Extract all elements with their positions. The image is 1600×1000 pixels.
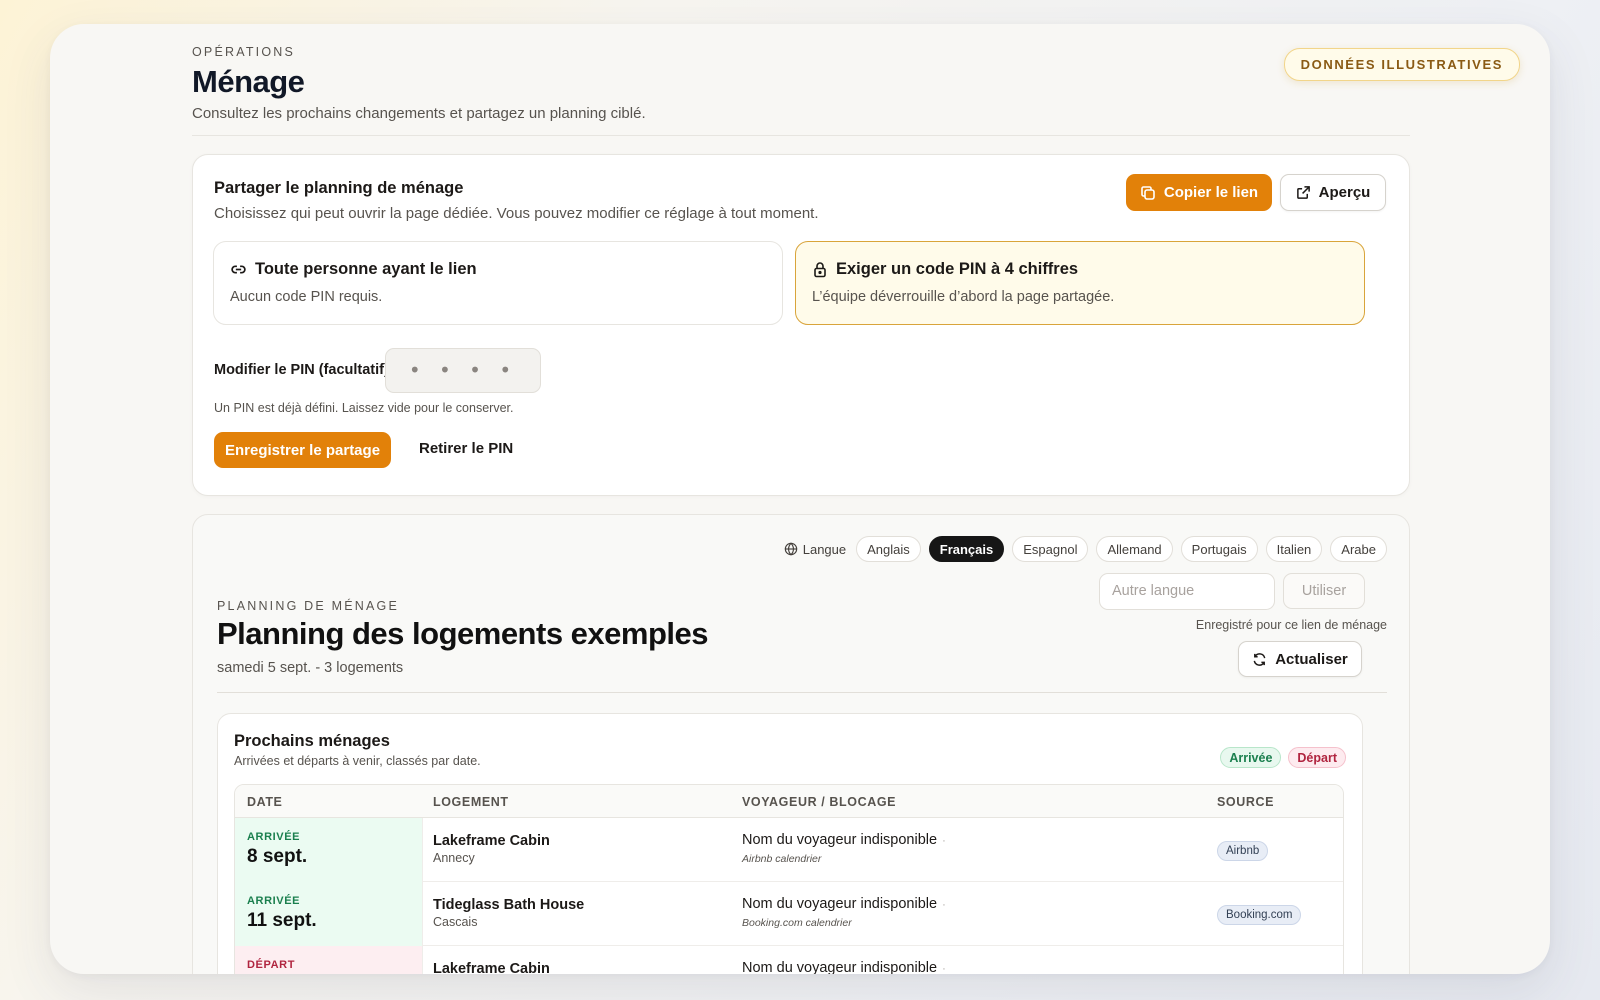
legend-arrival: Arrivée — [1220, 747, 1282, 768]
cleanings-table: DATE LOGEMENT VOYAGEUR / BLOCAGE SOURCE … — [234, 784, 1344, 974]
page-title: Ménage — [192, 64, 305, 99]
language-label: Langue — [802, 541, 847, 557]
option-require-pin[interactable]: Exiger un code PIN à 4 chiffres L’équipe… — [795, 241, 1365, 325]
external-link-icon — [1296, 185, 1311, 200]
legend: Arrivée Départ — [1220, 747, 1346, 768]
separator-dot: · — [942, 899, 946, 911]
property-name: Lakeframe Cabin — [433, 961, 550, 974]
share-subtitle: Choisissez qui peut ouvrir la page dédié… — [214, 205, 819, 222]
lang-chip-anglais[interactable]: Anglais — [856, 536, 921, 562]
property-city: Annecy — [433, 851, 475, 865]
source-badge: Airbnb — [1217, 841, 1269, 861]
guest-name: Nom du voyageur indisponible — [742, 960, 938, 974]
event-type: DÉPART — [247, 959, 296, 971]
upcoming-title: Prochains ménages — [234, 732, 390, 750]
lang-chip-allemand[interactable]: Allemand — [1096, 536, 1173, 562]
other-language-input[interactable]: Autre langue — [1099, 573, 1275, 610]
saved-note: Enregistré pour ce lien de ménage — [1195, 618, 1387, 632]
event-date: 8 sept. — [247, 846, 308, 867]
pin-label: Modifier le PIN (facultatif) — [214, 362, 389, 378]
lang-chip-italien[interactable]: Italien — [1265, 536, 1323, 562]
planning-eyebrow: PLANNING DE MÉNAGE — [217, 599, 399, 613]
event-date: 11 sept. — [247, 910, 317, 931]
option-desc: L’équipe déverrouille d’abord la page pa… — [812, 289, 1115, 305]
property-city: Cascais — [433, 915, 478, 929]
option-anyone-with-link[interactable]: Toute personne ayant le lien Aucun code … — [213, 241, 783, 325]
upcoming-subtitle: Arrivées et départs à venir, classés par… — [234, 754, 481, 768]
guest-cell: Nom du voyageur indisponible · Booking.co… — [742, 896, 946, 929]
link-icon — [230, 261, 247, 278]
date-cell: ARRIVÉE 11 sept. — [235, 882, 423, 946]
guest-name: Nom du voyageur indisponible — [742, 832, 938, 848]
event-type: ARRIVÉE — [247, 895, 301, 907]
copy-icon — [1140, 185, 1156, 201]
property-cell: Lakeframe Cabin Annecy — [433, 833, 550, 865]
table-row[interactable]: ARRIVÉE 11 sept. Tideglass Bath House Ca… — [235, 882, 1343, 946]
col-property: LOGEMENT — [433, 795, 509, 809]
table-row[interactable]: DÉPART Lakeframe Cabin Nom du voyageur i… — [235, 946, 1343, 974]
planning-title: Planning des logements exemples — [217, 616, 709, 651]
planning-card: Langue Anglais Français Espagnol Alleman… — [192, 514, 1410, 974]
pin-hint: Un PIN est déjà défini. Laissez vide pou… — [214, 401, 514, 415]
guest-cell: Nom du voyageur indisponible · Airbnb cal… — [742, 832, 946, 865]
col-date: DATE — [247, 795, 283, 809]
app-window: DONNÉES ILLUSTRATIVES OPÉRATIONS Ménage … — [50, 24, 1550, 974]
event-type: ARRIVÉE — [247, 831, 301, 843]
planning-subtitle: samedi 5 sept. - 3 logements — [217, 660, 404, 676]
col-source: SOURCE — [1217, 795, 1275, 809]
lang-chip-arabe[interactable]: Arabe — [1330, 536, 1387, 562]
guest-source: Airbnb calendrier — [742, 853, 822, 865]
legend-departure: Départ — [1288, 747, 1346, 768]
guest-source: Booking.com calendrier — [742, 917, 852, 929]
property-name: Lakeframe Cabin — [433, 833, 550, 849]
guest-name: Nom du voyageur indisponible — [742, 896, 938, 912]
lang-chip-francais[interactable]: Français — [928, 536, 1005, 562]
header-divider — [192, 135, 1410, 136]
remove-pin-button[interactable]: Retirer le PIN — [419, 440, 513, 457]
pin-input[interactable]: • • • • — [385, 348, 541, 393]
date-cell: ARRIVÉE 8 sept. — [235, 818, 423, 882]
property-name: Tideglass Bath House — [433, 897, 585, 913]
language-label-wrap: Langue — [784, 542, 846, 557]
lang-chip-portugais[interactable]: Portugais — [1180, 536, 1258, 562]
use-language-button[interactable]: Utiliser — [1283, 573, 1365, 609]
source-badge: Booking.com — [1217, 905, 1302, 925]
globe-icon — [784, 542, 798, 556]
refresh-icon — [1252, 652, 1267, 667]
separator-dot: · — [942, 963, 946, 974]
share-title: Partager le planning de ménage — [214, 179, 464, 197]
share-card: Partager le planning de ménage Choisisse… — [192, 154, 1410, 496]
lock-icon — [812, 261, 828, 278]
page-subtitle: Consultez les prochains changements et p… — [192, 105, 646, 122]
lang-chip-espagnol[interactable]: Espagnol — [1012, 536, 1089, 562]
refresh-label: Actualiser — [1275, 650, 1348, 668]
refresh-button[interactable]: Actualiser — [1238, 641, 1362, 677]
date-cell: DÉPART — [235, 946, 423, 974]
preview-label: Aperçu — [1318, 184, 1371, 201]
table-header: DATE LOGEMENT VOYAGEUR / BLOCAGE SOURCE — [235, 785, 1343, 818]
option-title: Exiger un code PIN à 4 chiffres — [836, 260, 1079, 278]
illustrative-data-badge: DONNÉES ILLUSTRATIVES — [1283, 48, 1520, 81]
option-desc: Aucun code PIN requis. — [230, 289, 383, 305]
language-selector: Langue Anglais Français Espagnol Alleman… — [784, 536, 1387, 562]
planning-divider — [217, 692, 1387, 693]
property-cell: Tideglass Bath House Cascais — [433, 897, 584, 929]
copy-link-label: Copier le lien — [1163, 184, 1259, 201]
guest-cell: Nom du voyageur indisponible · — [742, 960, 946, 974]
page-eyebrow: OPÉRATIONS — [192, 45, 296, 59]
col-guest: VOYAGEUR / BLOCAGE — [742, 795, 897, 809]
option-title: Toute personne ayant le lien — [255, 260, 477, 278]
upcoming-cleanings-panel: Prochains ménages Arrivées et départs à … — [217, 713, 1363, 974]
copy-link-button[interactable]: Copier le lien — [1126, 174, 1272, 211]
preview-button[interactable]: Aperçu — [1280, 174, 1386, 211]
save-share-button[interactable]: Enregistrer le partage — [214, 432, 391, 468]
separator-dot: · — [942, 835, 946, 847]
table-row[interactable]: ARRIVÉE 8 sept. Lakeframe Cabin Annecy N… — [235, 818, 1343, 882]
property-cell: Lakeframe Cabin — [433, 961, 550, 974]
